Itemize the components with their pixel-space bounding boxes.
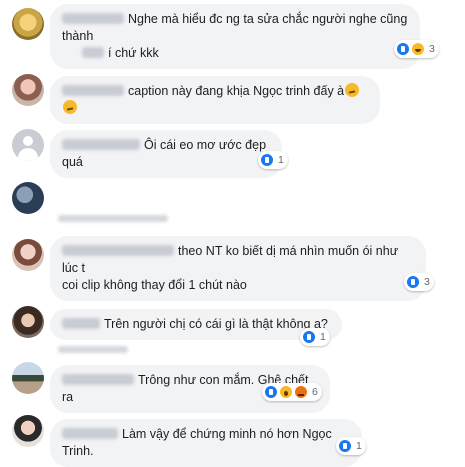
avatar[interactable] [12,415,44,447]
commenter-name[interactable] [62,139,140,150]
reaction-summary[interactable]: 1 [336,437,366,455]
reaction-count: 3 [424,276,430,288]
commenter-name[interactable] [62,318,100,329]
like-icon [264,385,278,399]
reaction-summary[interactable]: 1 [300,328,330,346]
comment-bubble: Ôi cái eo mơ ước đẹp quá [50,130,282,178]
like-icon [406,275,420,289]
reaction-count: 1 [320,331,326,343]
comment-text: caption này đang khịa Ngọc trinh đấy à [128,84,345,98]
avatar[interactable] [12,362,44,394]
commenter-name[interactable] [62,428,118,439]
thinking-face-emoji [345,83,360,97]
reaction-count: 6 [312,386,318,398]
like-icon [396,42,410,56]
default-avatar-body [18,148,38,161]
comment-bubble: Trên người chị có cái gì là thật không ạ… [50,309,342,340]
commenter-name [82,47,104,58]
avatar[interactable] [12,129,44,161]
avatar[interactable] [12,8,44,40]
comment-bubble: Làm vậy để chứng minh nó hơn Ngọc Trinh. [50,419,362,467]
comment-text: í chứ kkk [108,46,159,60]
reaction-summary[interactable]: 3 [404,273,434,291]
like-icon [338,439,352,453]
commenter-name[interactable] [62,374,134,385]
reaction-count: 3 [429,43,435,55]
reaction-summary[interactable]: 3 [394,40,439,58]
avatar[interactable] [12,74,44,106]
comment-text: coi clip không thay đổi 1 chút nào [62,278,247,292]
wow-icon [279,385,293,399]
reaction-count: 1 [278,154,284,166]
default-avatar-icon [23,136,33,146]
avatar[interactable] [12,239,44,271]
avatar[interactable] [12,182,44,214]
comment-meta [58,215,168,222]
commenter-name[interactable] [62,245,174,256]
commenter-name[interactable] [62,13,124,24]
comment-bubble: Nghe mà hiểu đc ng ta sửa chắc người ngh… [50,4,420,69]
angry-icon [294,385,308,399]
comment-bubble: theo NT ko biết dị má nhìn muốn ói như l… [50,236,426,301]
avatar[interactable] [12,306,44,338]
commenter-name[interactable] [62,85,124,96]
reaction-summary[interactable]: 6 [262,383,322,401]
like-icon [260,153,274,167]
haha-icon [411,42,425,56]
comment-bubble: caption này đang khịa Ngọc trinh đấy à [50,76,380,124]
reaction-summary[interactable]: 1 [258,151,288,169]
comment-meta [58,346,128,353]
like-icon [302,330,316,344]
reaction-count: 1 [356,440,362,452]
thinking-face-emoji [63,100,77,114]
comment-text: Trên người chị có cái gì là thật không ạ… [104,317,328,331]
